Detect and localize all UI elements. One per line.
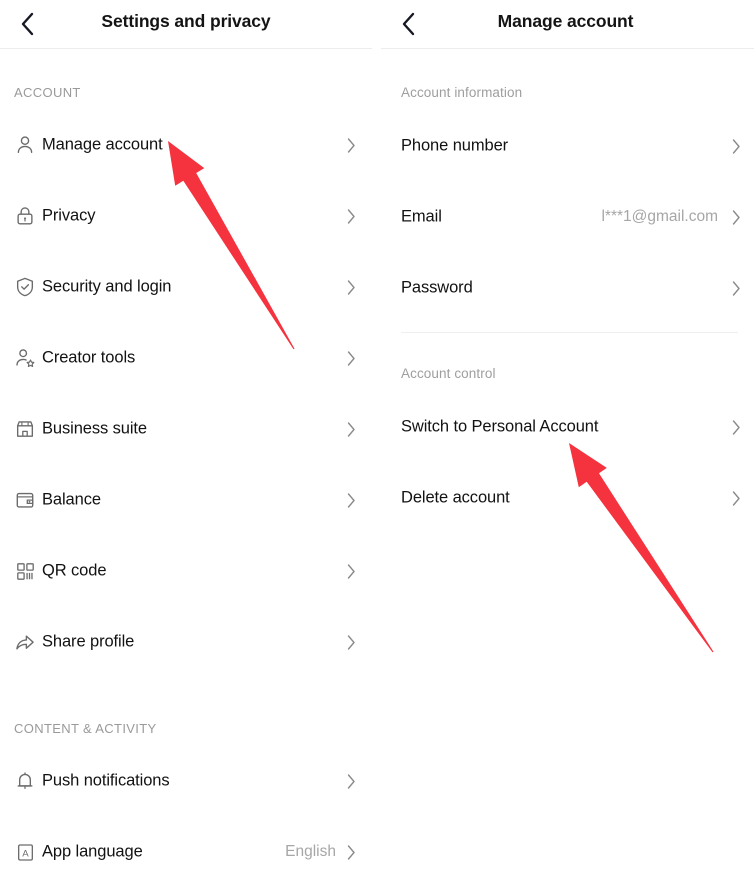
chevron-right-icon — [344, 278, 358, 296]
chevron-right-icon — [344, 491, 358, 509]
lock-icon — [13, 204, 37, 228]
chevron-right-icon — [344, 349, 358, 367]
chevron-right-icon — [344, 843, 358, 861]
chevron-right-icon — [729, 208, 743, 226]
chevron-right-icon — [344, 633, 358, 651]
chevron-right-icon — [344, 420, 358, 438]
row-manage-account[interactable]: Manage account — [0, 123, 372, 167]
section-caption-account-control: Account control — [401, 366, 496, 381]
letter-a-icon: A — [13, 840, 37, 864]
row-privacy[interactable]: Privacy — [0, 194, 372, 238]
row-label: Security and login — [42, 277, 172, 296]
settings-and-privacy-panel: Settings and privacy ACCOUNT Manage acco… — [0, 0, 372, 876]
section-caption-account-information: Account information — [401, 85, 523, 100]
right-panel-title: Manage account — [497, 11, 634, 31]
svg-text:A: A — [22, 848, 29, 859]
row-label: Business suite — [42, 419, 147, 438]
wallet-icon — [13, 488, 37, 512]
qr-code-icon — [13, 559, 37, 583]
person-star-icon — [13, 346, 37, 370]
row-app-language[interactable]: A App language English — [0, 830, 372, 874]
left-panel-title: Settings and privacy — [101, 11, 271, 31]
row-qr-code[interactable]: QR code — [0, 549, 372, 593]
row-label: Switch to Personal Account — [401, 417, 599, 436]
row-label: Balance — [42, 490, 101, 509]
right-panel-header: Manage account — [381, 0, 754, 49]
shield-check-icon — [13, 275, 37, 299]
row-switch-to-personal-account[interactable]: Switch to Personal Account — [381, 405, 754, 449]
row-label: Share profile — [42, 632, 135, 651]
row-label: Creator tools — [42, 348, 136, 367]
row-value-email: l***1@gmail.com — [601, 208, 718, 225]
row-share-profile[interactable]: Share profile — [0, 620, 372, 664]
row-creator-tools[interactable]: Creator tools — [0, 336, 372, 380]
row-label: Manage account — [42, 135, 163, 154]
row-label: Email — [401, 207, 442, 226]
screenshot-root: Settings and privacy ACCOUNT Manage acco… — [0, 0, 754, 876]
chevron-right-icon — [344, 562, 358, 580]
chevron-right-icon — [344, 207, 358, 225]
row-delete-account[interactable]: Delete account — [381, 476, 754, 520]
row-label: Privacy — [42, 206, 96, 225]
chevron-right-icon — [344, 136, 358, 154]
row-label: App language — [42, 842, 143, 861]
row-value-app-language: English — [285, 843, 336, 860]
bell-icon — [13, 769, 37, 793]
row-phone-number[interactable]: Phone number — [381, 124, 754, 168]
left-panel-header: Settings and privacy — [0, 0, 372, 49]
row-balance[interactable]: Balance — [0, 478, 372, 522]
row-label: QR code — [42, 561, 107, 580]
section-divider — [401, 332, 738, 333]
row-password[interactable]: Password — [381, 266, 754, 310]
manage-account-panel: Manage account Account information Phone… — [381, 0, 754, 876]
chevron-right-icon — [729, 279, 743, 297]
row-label: Delete account — [401, 488, 510, 507]
chevron-right-icon — [729, 418, 743, 436]
chevron-right-icon — [729, 137, 743, 155]
share-arrow-icon — [13, 630, 37, 654]
row-label: Push notifications — [42, 771, 170, 790]
chevron-right-icon — [729, 489, 743, 507]
section-caption-account: ACCOUNT — [14, 85, 81, 100]
chevron-right-icon — [344, 772, 358, 790]
row-email[interactable]: Email l***1@gmail.com — [381, 195, 754, 239]
row-label: Password — [401, 278, 473, 297]
row-push-notifications[interactable]: Push notifications — [0, 759, 372, 803]
row-business-suite[interactable]: Business suite — [0, 407, 372, 451]
row-security-and-login[interactable]: Security and login — [0, 265, 372, 309]
section-caption-content-activity: CONTENT & ACTIVITY — [14, 721, 157, 736]
storefront-icon — [13, 417, 37, 441]
person-icon — [13, 133, 37, 157]
row-label: Phone number — [401, 136, 509, 155]
